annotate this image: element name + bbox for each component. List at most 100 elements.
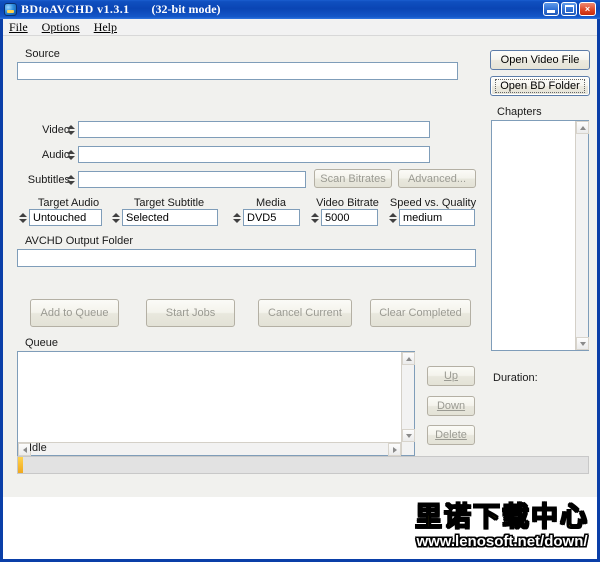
spinner-audio-up-icon[interactable] — [66, 149, 75, 154]
spinner-media-down-icon[interactable] — [232, 218, 241, 223]
media-input[interactable]: DVD5 — [243, 209, 300, 226]
speed-vs-quality-label: Speed vs. Quality — [389, 197, 477, 209]
menu-bar: File Options Help — [3, 19, 597, 36]
spinner-speed-vs-quality-down-icon[interactable] — [388, 218, 397, 223]
advanced-button[interactable]: Advanced... — [398, 169, 476, 188]
spinner-video-up-icon[interactable] — [66, 124, 75, 129]
bottom-strip — [3, 497, 597, 559]
spinner-media-up-icon[interactable] — [232, 212, 241, 217]
clear-completed-label: Clear Completed — [379, 307, 462, 319]
audio-label: Audio — [41, 149, 70, 161]
speed-vs-quality-input[interactable]: medium — [399, 209, 475, 226]
spinner-speed-vs-quality[interactable] — [387, 209, 398, 226]
queue-horizontal-scrollbar[interactable] — [18, 442, 401, 456]
window-title: BDtoAVCHD v1.3.1 — [21, 2, 130, 16]
add-to-queue-label: Add to Queue — [40, 307, 109, 319]
progress-bar-fill — [18, 457, 23, 473]
spinner-video-down-icon[interactable] — [66, 130, 75, 135]
queue-scroll-up-icon[interactable] — [402, 352, 415, 365]
spinner-video[interactable] — [65, 121, 76, 138]
output-folder-input[interactable] — [17, 249, 476, 267]
application-window: BDtoAVCHD v1.3.1 (32-bit mode) × File Op… — [0, 0, 600, 562]
spinner-speed-vs-quality-up-icon[interactable] — [388, 212, 397, 217]
spinner-target-audio[interactable] — [17, 209, 28, 226]
client-area: Source Video Audio Subtitles Scan Bitrat… — [3, 36, 597, 559]
source-label: Source — [25, 48, 60, 60]
queue-scroll-down-icon[interactable] — [402, 429, 415, 442]
advanced-label: Advanced... — [407, 172, 467, 185]
spinner-video-bitrate-down-icon[interactable] — [310, 218, 319, 223]
spinner-media[interactable] — [231, 209, 242, 226]
output-folder-label: AVCHD Output Folder — [25, 235, 134, 247]
target-subtitle-input[interactable]: Selected — [122, 209, 218, 226]
spinner-target-audio-up-icon[interactable] — [18, 212, 27, 217]
spinner-audio[interactable] — [65, 146, 76, 163]
spinner-subtitles-up-icon[interactable] — [66, 174, 75, 179]
spinner-video-bitrate-up-icon[interactable] — [310, 212, 319, 217]
chapters-vertical-scrollbar[interactable] — [575, 121, 589, 350]
queue-down-label: Down — [436, 400, 466, 412]
menu-options-label: Options — [41, 19, 80, 34]
subtitles-stream-input[interactable] — [78, 171, 306, 188]
media-label: Media — [256, 197, 286, 209]
status-label: Idle — [29, 442, 47, 454]
close-icon: × — [584, 4, 591, 14]
menu-item-file[interactable]: File — [9, 20, 28, 35]
close-button[interactable]: × — [579, 2, 596, 16]
queue-vertical-scrollbar[interactable] — [401, 352, 415, 455]
spinner-subtitles[interactable] — [65, 171, 76, 188]
menu-file-label: File — [9, 19, 28, 34]
queue-up-button[interactable]: Up — [427, 366, 475, 386]
add-to-queue-button[interactable]: Add to Queue — [30, 299, 119, 327]
spinner-target-subtitle[interactable] — [110, 209, 121, 226]
target-audio-input[interactable]: Untouched — [29, 209, 102, 226]
open-bd-folder-button[interactable]: Open BD Folder — [490, 76, 590, 96]
queue-label: Queue — [25, 337, 59, 349]
spinner-video-bitrate[interactable] — [309, 209, 320, 226]
video-bitrate-label: Video Bitrate — [316, 197, 379, 209]
video-label: Video — [42, 124, 70, 136]
chapters-listbox[interactable] — [491, 120, 589, 351]
start-jobs-label: Start Jobs — [165, 307, 216, 319]
scan-bitrates-label: Scan Bitrates — [320, 172, 386, 185]
chapters-scroll-down-icon[interactable] — [576, 337, 589, 350]
window-title-mode: (32-bit mode) — [151, 2, 221, 16]
queue-delete-button[interactable]: Delete — [427, 425, 475, 445]
spinner-target-subtitle-up-icon[interactable] — [111, 212, 120, 217]
chapters-scroll-up-icon[interactable] — [576, 121, 589, 134]
duration-label: Duration: — [493, 372, 538, 384]
chapters-label: Chapters — [497, 106, 542, 118]
menu-item-help[interactable]: Help — [94, 20, 117, 35]
subtitles-label: Subtitles — [27, 174, 70, 186]
title-bar: BDtoAVCHD v1.3.1 (32-bit mode) × — [0, 0, 600, 19]
cancel-current-label: Cancel Current — [268, 307, 342, 319]
maximize-button[interactable] — [561, 2, 577, 16]
target-audio-label: Target Audio — [37, 197, 100, 209]
cancel-current-button[interactable]: Cancel Current — [258, 299, 352, 327]
open-video-file-button[interactable]: Open Video File — [490, 50, 590, 70]
video-stream-input[interactable] — [78, 121, 430, 138]
open-video-file-label: Open Video File — [500, 54, 580, 66]
queue-up-label: Up — [443, 370, 459, 382]
minimize-button[interactable] — [543, 2, 559, 16]
spinner-target-audio-down-icon[interactable] — [18, 218, 27, 223]
scan-bitrates-button[interactable]: Scan Bitrates — [314, 169, 392, 188]
clear-completed-button[interactable]: Clear Completed — [370, 299, 471, 327]
app-icon — [4, 3, 17, 16]
window-controls: × — [543, 2, 596, 16]
spinner-target-subtitle-down-icon[interactable] — [111, 218, 120, 223]
menu-item-options[interactable]: Options — [42, 20, 80, 35]
start-jobs-button[interactable]: Start Jobs — [146, 299, 235, 327]
menu-help-label: Help — [93, 19, 118, 34]
queue-down-button[interactable]: Down — [427, 396, 475, 416]
queue-scroll-right-icon[interactable] — [388, 443, 401, 456]
open-bd-folder-label: Open BD Folder — [495, 79, 585, 93]
queue-delete-label: Delete — [435, 429, 467, 441]
spinner-subtitles-down-icon[interactable] — [66, 180, 75, 185]
source-input[interactable] — [17, 62, 458, 80]
video-bitrate-input[interactable]: 5000 — [321, 209, 378, 226]
target-subtitle-label: Target Subtitle — [133, 197, 205, 209]
queue-listbox[interactable] — [17, 351, 415, 456]
audio-stream-input[interactable] — [78, 146, 430, 163]
spinner-audio-down-icon[interactable] — [66, 155, 75, 160]
